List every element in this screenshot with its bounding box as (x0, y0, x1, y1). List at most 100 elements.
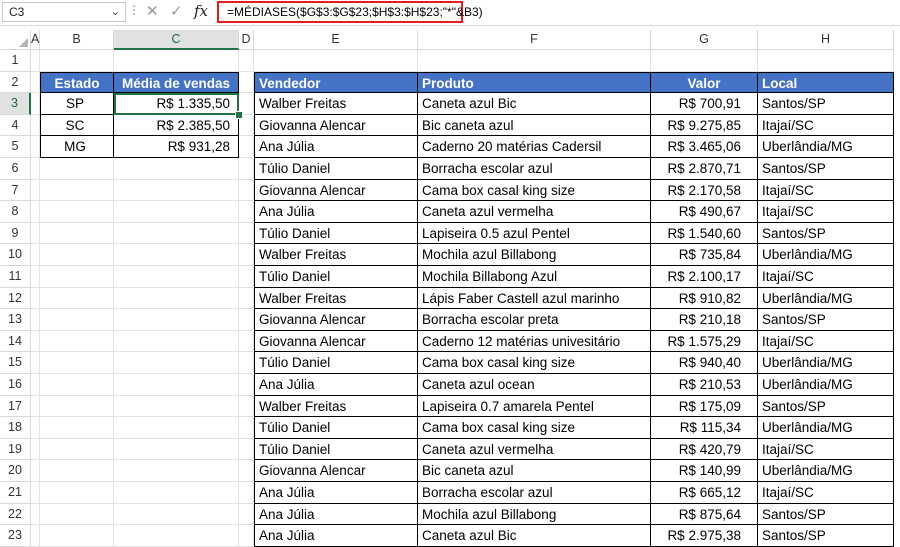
value-cell[interactable]: R$ 665,12 (651, 482, 758, 504)
summary-state-cell[interactable]: SP (40, 93, 114, 115)
row-header-7[interactable]: 7 (0, 179, 31, 202)
row-header-18[interactable]: 18 (0, 417, 31, 439)
grid-cell[interactable] (239, 309, 254, 331)
column-header-f[interactable]: F (418, 30, 651, 50)
grid-cell[interactable] (239, 460, 254, 482)
grid-cell[interactable] (31, 374, 40, 396)
grid-cell[interactable] (114, 525, 239, 547)
row-header-8[interactable]: 8 (0, 201, 31, 223)
grid-cell[interactable] (31, 287, 40, 310)
location-cell[interactable]: Santos/SP (758, 158, 894, 180)
grid-cell[interactable] (239, 482, 254, 504)
product-cell[interactable]: Mochila azul Billabong (418, 244, 651, 266)
product-cell[interactable]: Bic caneta azul (418, 460, 651, 482)
grid-cell[interactable] (239, 503, 254, 526)
location-cell[interactable]: Uberlândia/MG (758, 460, 894, 482)
grid-cell[interactable] (239, 50, 254, 72)
grid-cell[interactable] (31, 330, 40, 353)
grid-cell[interactable] (114, 222, 239, 245)
location-cell[interactable]: Itajaí/SC (758, 330, 894, 353)
summary-header-cell[interactable]: Estado (40, 71, 114, 94)
location-cell[interactable]: Santos/SP (758, 503, 894, 526)
column-header-e[interactable]: E (254, 30, 418, 50)
grid-cell[interactable] (40, 482, 114, 504)
value-cell[interactable]: R$ 115,34 (651, 417, 758, 439)
grid-cell[interactable] (114, 352, 239, 374)
product-cell[interactable]: Caneta azul ocean (418, 374, 651, 396)
seller-cell[interactable]: Walber Freitas (254, 93, 418, 115)
seller-cell[interactable]: Walber Freitas (254, 244, 418, 266)
product-cell[interactable]: Lapiseira 0.5 azul Pentel (418, 222, 651, 245)
row-header-3[interactable]: 3 (0, 93, 31, 115)
location-cell[interactable]: Itajaí/SC (758, 438, 894, 461)
seller-cell[interactable]: Ana Júlia (254, 503, 418, 526)
location-cell[interactable]: Santos/SP (758, 395, 894, 418)
grid-cell[interactable] (31, 114, 40, 137)
grid-cell[interactable] (114, 287, 239, 310)
grid-cell[interactable] (31, 438, 40, 461)
row-header-11[interactable]: 11 (0, 266, 31, 288)
value-cell[interactable]: R$ 735,84 (651, 244, 758, 266)
row-header-1[interactable]: 1 (0, 50, 31, 72)
summary-average-cell[interactable]: R$ 2.385,50 (114, 114, 239, 137)
grid-cell[interactable] (239, 244, 254, 266)
location-cell[interactable]: Santos/SP (758, 309, 894, 331)
column-header-b[interactable]: B (40, 30, 114, 50)
value-cell[interactable]: R$ 175,09 (651, 395, 758, 418)
name-box[interactable]: C3 ⌄ (2, 2, 126, 22)
grid-cell[interactable] (239, 266, 254, 288)
row-header-17[interactable]: 17 (0, 395, 31, 418)
grid-cell[interactable] (114, 330, 239, 353)
grid-cell[interactable] (31, 50, 40, 72)
select-all-corner[interactable] (0, 30, 31, 50)
value-cell[interactable]: R$ 3.465,06 (651, 136, 758, 158)
product-cell[interactable]: Caneta azul vermelha (418, 438, 651, 461)
grid-cell[interactable] (31, 201, 40, 223)
seller-cell[interactable]: Túlio Daniel (254, 158, 418, 180)
value-cell[interactable]: R$ 940,40 (651, 352, 758, 374)
product-cell[interactable]: Borracha escolar azul (418, 158, 651, 180)
seller-cell[interactable]: Giovanna Alencar (254, 460, 418, 482)
fill-handle[interactable] (235, 110, 243, 119)
grid-cell[interactable] (31, 244, 40, 266)
product-cell[interactable]: Borracha escolar preta (418, 309, 651, 331)
value-cell[interactable]: R$ 1.540,60 (651, 222, 758, 245)
row-header-12[interactable]: 12 (0, 287, 31, 310)
location-cell[interactable]: Uberlândia/MG (758, 417, 894, 439)
seller-cell[interactable]: Walber Freitas (254, 287, 418, 310)
grid-cell[interactable] (239, 158, 254, 180)
seller-cell[interactable]: Ana Júlia (254, 525, 418, 547)
row-header-23[interactable]: 23 (0, 525, 31, 547)
grid-cell[interactable] (651, 50, 758, 72)
product-cell[interactable]: Cama box casal king size (418, 417, 651, 439)
product-cell[interactable]: Caneta azul Bic (418, 93, 651, 115)
seller-cell[interactable]: Ana Júlia (254, 136, 418, 158)
grid-cell[interactable] (40, 352, 114, 374)
product-cell[interactable]: Caneta azul vermelha (418, 201, 651, 223)
grid-cell[interactable] (31, 158, 40, 180)
row-header-15[interactable]: 15 (0, 352, 31, 374)
seller-cell[interactable]: Túlio Daniel (254, 222, 418, 245)
seller-cell[interactable]: Giovanna Alencar (254, 330, 418, 353)
grid-cell[interactable] (114, 309, 239, 331)
grid-cell[interactable] (114, 395, 239, 418)
location-cell[interactable]: Santos/SP (758, 222, 894, 245)
grid-cell[interactable] (239, 438, 254, 461)
location-cell[interactable]: Itajaí/SC (758, 266, 894, 288)
seller-cell[interactable]: Ana Júlia (254, 482, 418, 504)
grid-cell[interactable] (114, 503, 239, 526)
value-cell[interactable]: R$ 2.975,38 (651, 525, 758, 547)
seller-cell[interactable]: Giovanna Alencar (254, 179, 418, 202)
enter-check-icon[interactable]: ✓ (170, 2, 183, 20)
location-cell[interactable]: Santos/SP (758, 525, 894, 547)
seller-cell[interactable]: Giovanna Alencar (254, 309, 418, 331)
grid-cell[interactable] (114, 438, 239, 461)
location-cell[interactable]: Santos/SP (758, 93, 894, 115)
summary-state-cell[interactable]: MG (40, 136, 114, 158)
value-cell[interactable]: R$ 210,53 (651, 374, 758, 396)
grid-cell[interactable] (31, 93, 40, 115)
grid-cell[interactable] (239, 525, 254, 547)
seller-cell[interactable]: Túlio Daniel (254, 438, 418, 461)
grid-cell[interactable] (114, 244, 239, 266)
product-cell[interactable]: Caneta azul Bic (418, 525, 651, 547)
